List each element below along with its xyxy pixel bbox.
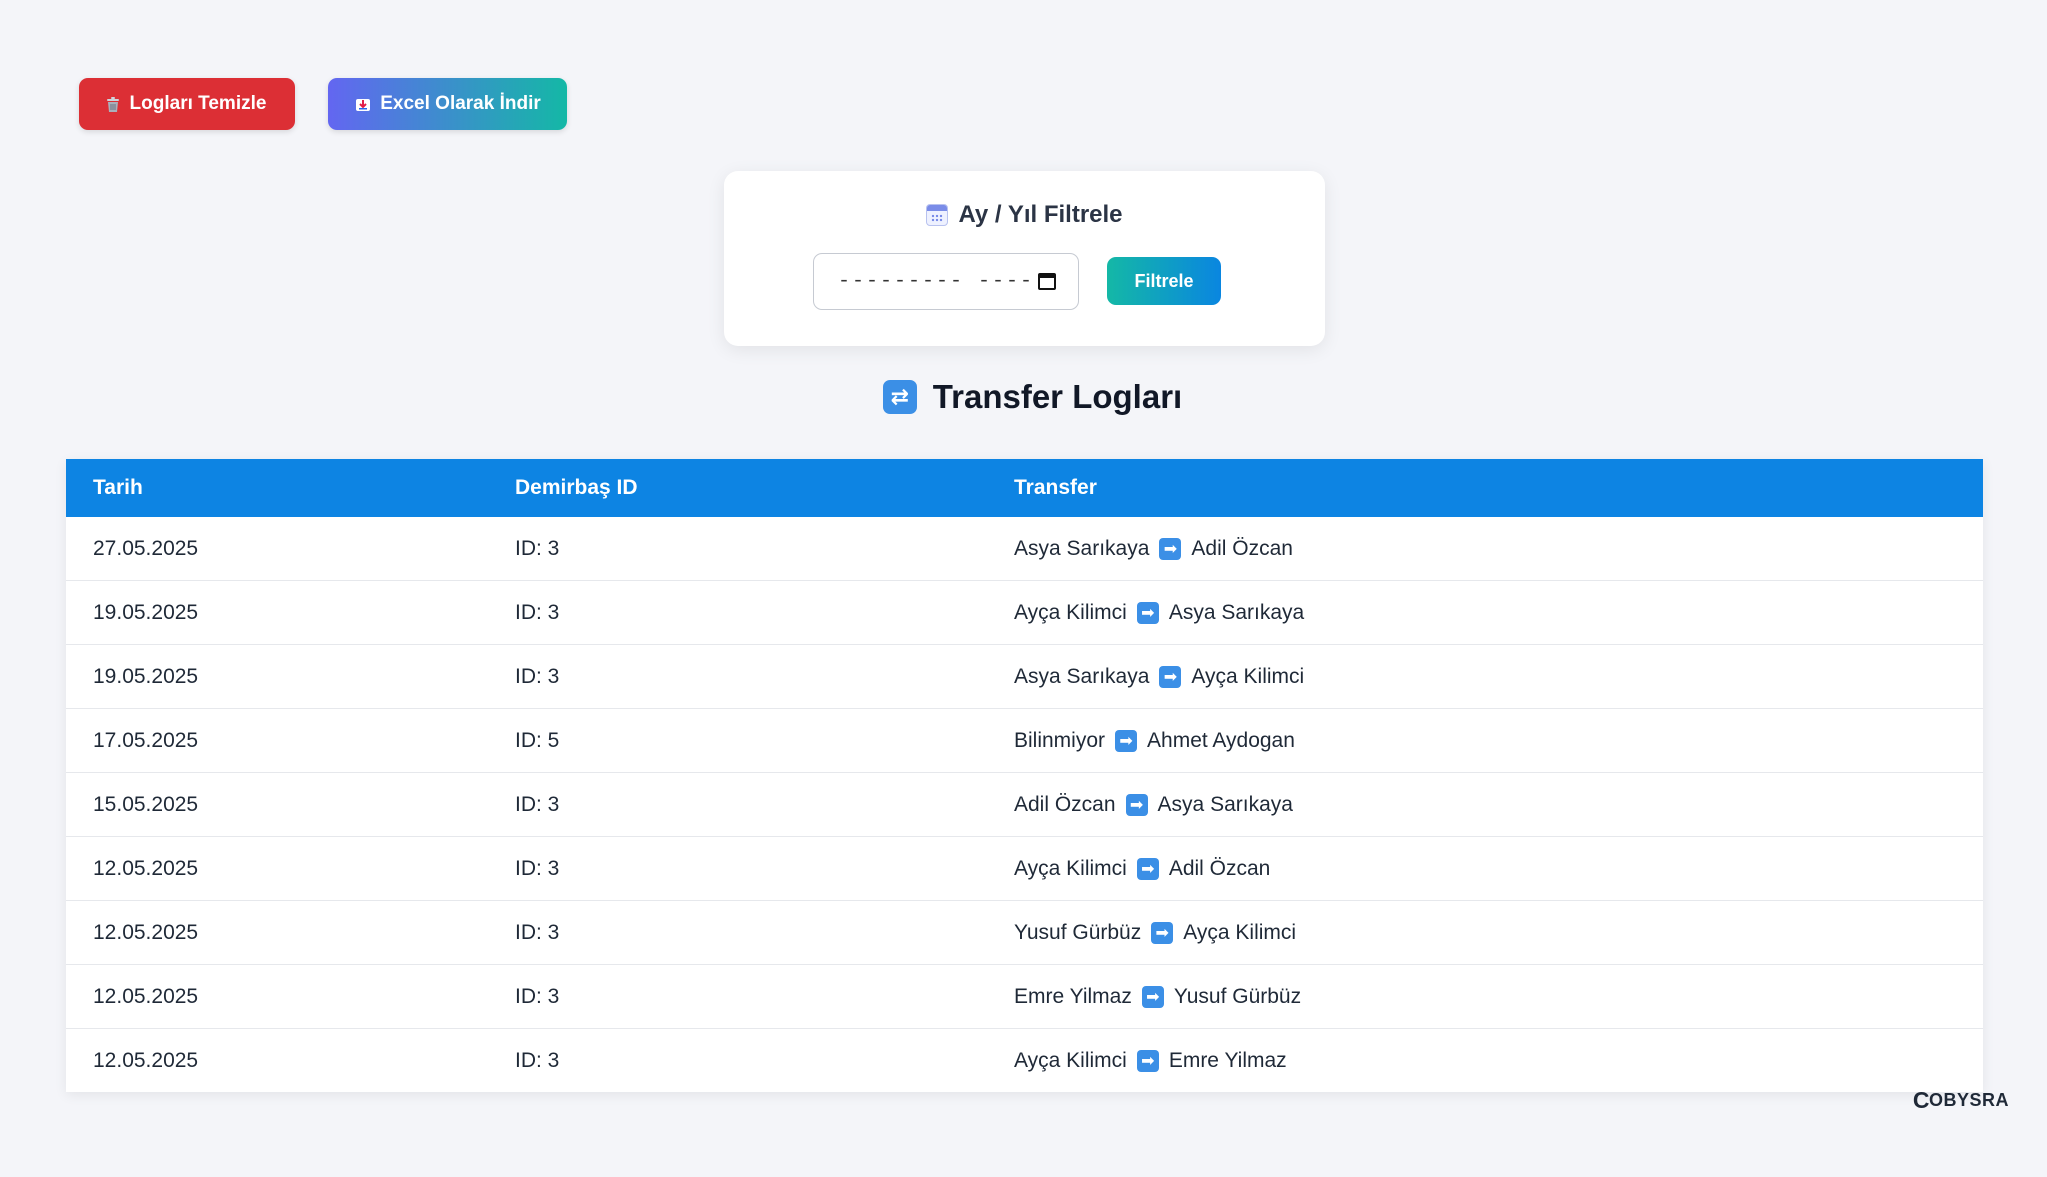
transfer-from: Ayça Kilimci <box>1014 1048 1127 1072</box>
filter-title: Ay / Yıl Filtrele <box>724 201 1325 229</box>
cell-asset-id: ID: 3 <box>515 644 1014 709</box>
transfer-path: Ayça Kilimci ➡ Emre Yilmaz <box>1014 1049 1983 1073</box>
cell-date: 15.05.2025 <box>66 772 515 837</box>
cell-date: 19.05.2025 <box>66 644 515 709</box>
cell-asset-id: ID: 3 <box>515 1048 560 1072</box>
cell-transfer: Adil Özcan ➡ Asya Sarıkaya <box>1014 772 1983 837</box>
brand-logo-letter: C <box>1912 1087 1930 1113</box>
month-year-placeholder: --------- ---- <box>838 270 1035 293</box>
wastebasket-icon <box>104 95 122 113</box>
download-icon <box>354 95 372 113</box>
transfer-to: Ayça Kilimci <box>1191 664 1305 688</box>
transfer-path: Asya Sarıkaya ➡ Ayça Kilimci <box>1014 665 1983 689</box>
transfer-to: Ayça Kilimci <box>1183 920 1297 944</box>
cell-transfer: Emre Yilmaz ➡ Yusuf Gürbüz <box>1014 964 1983 1029</box>
filter-button[interactable]: Filtrele <box>1107 257 1221 305</box>
calendar-picker-icon[interactable] <box>1038 273 1056 290</box>
transfer-path: Yusuf Gürbüz ➡ Ayça Kilimci <box>1014 921 1983 945</box>
transfer-from: Yusuf Gürbüz <box>1014 920 1142 944</box>
cell-transfer: Ayça Kilimci ➡ Emre Yilmaz <box>1014 1029 1983 1093</box>
transfer-from: Asya Sarıkaya <box>1014 664 1150 688</box>
table-row: 19.05.2025 ID: 3 Asya Sarıkaya ➡ Ayça Kilimc… <box>66 644 1983 709</box>
cell-date: 12.05.2025 <box>66 836 515 901</box>
right-arrow-icon: ➡ <box>1136 1049 1159 1072</box>
cell-transfer: Ayça Kilimci ➡ Adil Özcan <box>1014 836 1983 901</box>
column-header-asset-id: Demirbaş ID <box>515 476 638 499</box>
month-year-filter-card: Ay / Yıl Filtrele --------- ---- Filtrel… <box>724 171 1325 346</box>
table-row: 12.05.2025 ID: 3 Ayça Kilimci ➡ Adil Özcan <box>66 836 1983 901</box>
table-row: 17.05.2025 ID: 5 Bilinmiyor ➡ Ahmet Aydogan <box>66 708 1983 773</box>
section-title: ⇄ Transfer Logları <box>0 378 2047 416</box>
right-arrow-icon: ➡ <box>1136 601 1159 624</box>
cell-asset-id: ID: 3 <box>515 900 1014 965</box>
clear-logs-label: Logları Temizle <box>129 93 267 114</box>
column-header-date: Tarih <box>93 476 143 499</box>
right-arrow-icon: ➡ <box>1151 921 1174 944</box>
filter-title-text: Ay / Yıl Filtrele <box>958 201 1123 228</box>
cell-asset-id: ID: 3 <box>515 964 1014 1029</box>
section-title-text: Transfer Logları <box>932 378 1183 415</box>
right-arrow-icon: ➡ <box>1159 537 1182 560</box>
cell-date: 27.05.2025 <box>66 517 515 581</box>
transfer-to: Asya Sarıkaya <box>1168 600 1305 624</box>
cell-transfer: Asya Sarıkaya ➡ Ayça Kilimci <box>1014 644 1983 709</box>
cell-asset-id: ID: 5 <box>515 708 1014 773</box>
transfer-from: Asya Sarıkaya <box>1014 536 1150 560</box>
transfer-to: Emre Yilmaz <box>1168 1048 1287 1072</box>
transfer-path: Ayça Kilimci ➡ Adil Özcan <box>1014 857 1983 881</box>
repeat-icon: ⇄ <box>882 380 917 414</box>
transfer-from: Ayça Kilimci <box>1014 600 1127 624</box>
right-arrow-icon: ➡ <box>1115 729 1138 752</box>
right-arrow-icon: ➡ <box>1141 985 1164 1008</box>
top-actions: Logları Temizle Excel Olarak İndir <box>79 78 567 130</box>
cell-asset-id: ID: 3 <box>515 517 1014 581</box>
cell-transfer: Yusuf Gürbüz ➡ Ayça Kilimci <box>1014 900 1983 965</box>
transfer-to: Yusuf Gürbüz <box>1173 984 1302 1008</box>
column-header-transfer: Transfer <box>1014 476 1097 499</box>
table-row: 27.05.2025 ID: 3 Asya Sarıkaya ➡ Adil Özcan <box>66 517 1983 581</box>
transfer-to: Asya Sarıkaya <box>1157 792 1293 816</box>
transfer-from: Emre Yilmaz <box>1014 984 1132 1008</box>
transfer-to: Adil Özcan <box>1168 856 1271 880</box>
cell-date: 12.05.2025 <box>93 1048 199 1072</box>
transfer-path: Bilinmiyor ➡ Ahmet Aydogan <box>1014 729 1983 753</box>
cell-date: 17.05.2025 <box>66 708 515 773</box>
cell-asset-id: ID: 3 <box>515 580 1014 645</box>
cell-date: 12.05.2025 <box>66 900 515 965</box>
transfer-path: Ayça Kilimci ➡ Asya Sarıkaya <box>1014 601 1983 625</box>
brand-logo: C OBYSRA <box>1913 1087 2009 1114</box>
table-row: 19.05.2025 ID: 3 Ayça Kilimci ➡ Asya Sarıkay… <box>66 580 1983 645</box>
transfer-from: Adil Özcan <box>1014 792 1116 816</box>
table-header-row: Tarih Demirbaş ID Transfer <box>66 459 1983 517</box>
cell-transfer: Bilinmiyor ➡ Ahmet Aydogan <box>1014 708 1983 773</box>
table-row: 12.05.2025 ID: 3 Yusuf Gürbüz ➡ Ayça Kilimci <box>66 900 1983 965</box>
cell-transfer: Asya Sarıkaya ➡ Adil Özcan <box>1014 517 1983 581</box>
month-year-input[interactable]: --------- ---- <box>813 253 1079 310</box>
transfer-path: Asya Sarıkaya ➡ Adil Özcan <box>1014 537 1983 561</box>
brand-name: OBYSRA <box>1928 1090 2009 1110</box>
transfer-to: Ahmet Aydogan <box>1147 728 1295 752</box>
transfer-from: Bilinmiyor <box>1014 728 1106 752</box>
right-arrow-icon: ➡ <box>1125 793 1148 816</box>
table-row: 12.05.2025 ID: 3 Emre Yilmaz ➡ Yusuf Gürbüz <box>66 964 1983 1029</box>
right-arrow-icon: ➡ <box>1159 665 1182 688</box>
transfer-logs-table: Tarih Demirbaş ID Transfer 27.05.2025 ID:… <box>66 459 1983 1092</box>
transfer-from: Ayça Kilimci <box>1014 856 1127 880</box>
table-row: 12.05.2025 ID: 3 Ayça Kilimci ➡ Emre Yilmaz <box>66 1029 1983 1093</box>
transfer-path: Adil Özcan ➡ Asya Sarıkaya <box>1014 793 1983 817</box>
cell-date: 12.05.2025 <box>66 964 515 1029</box>
clear-logs-button[interactable]: Logları Temizle <box>79 78 295 130</box>
right-arrow-icon: ➡ <box>1136 857 1159 880</box>
table-row: 15.05.2025 ID: 3 Adil Özcan ➡ Asya Sarıkaya <box>66 772 1983 837</box>
download-excel-label: Excel Olarak İndir <box>380 93 541 114</box>
cell-asset-id: ID: 3 <box>515 836 1014 901</box>
cell-transfer: Ayça Kilimci ➡ Asya Sarıkaya <box>1014 580 1983 645</box>
cell-asset-id: ID: 3 <box>515 772 1014 837</box>
cell-date: 19.05.2025 <box>66 580 515 645</box>
transfer-to: Adil Özcan <box>1191 536 1293 560</box>
transfer-path: Emre Yilmaz ➡ Yusuf Gürbüz <box>1014 985 1983 1009</box>
download-excel-button[interactable]: Excel Olarak İndir <box>328 78 567 130</box>
calendar-icon <box>926 204 949 226</box>
